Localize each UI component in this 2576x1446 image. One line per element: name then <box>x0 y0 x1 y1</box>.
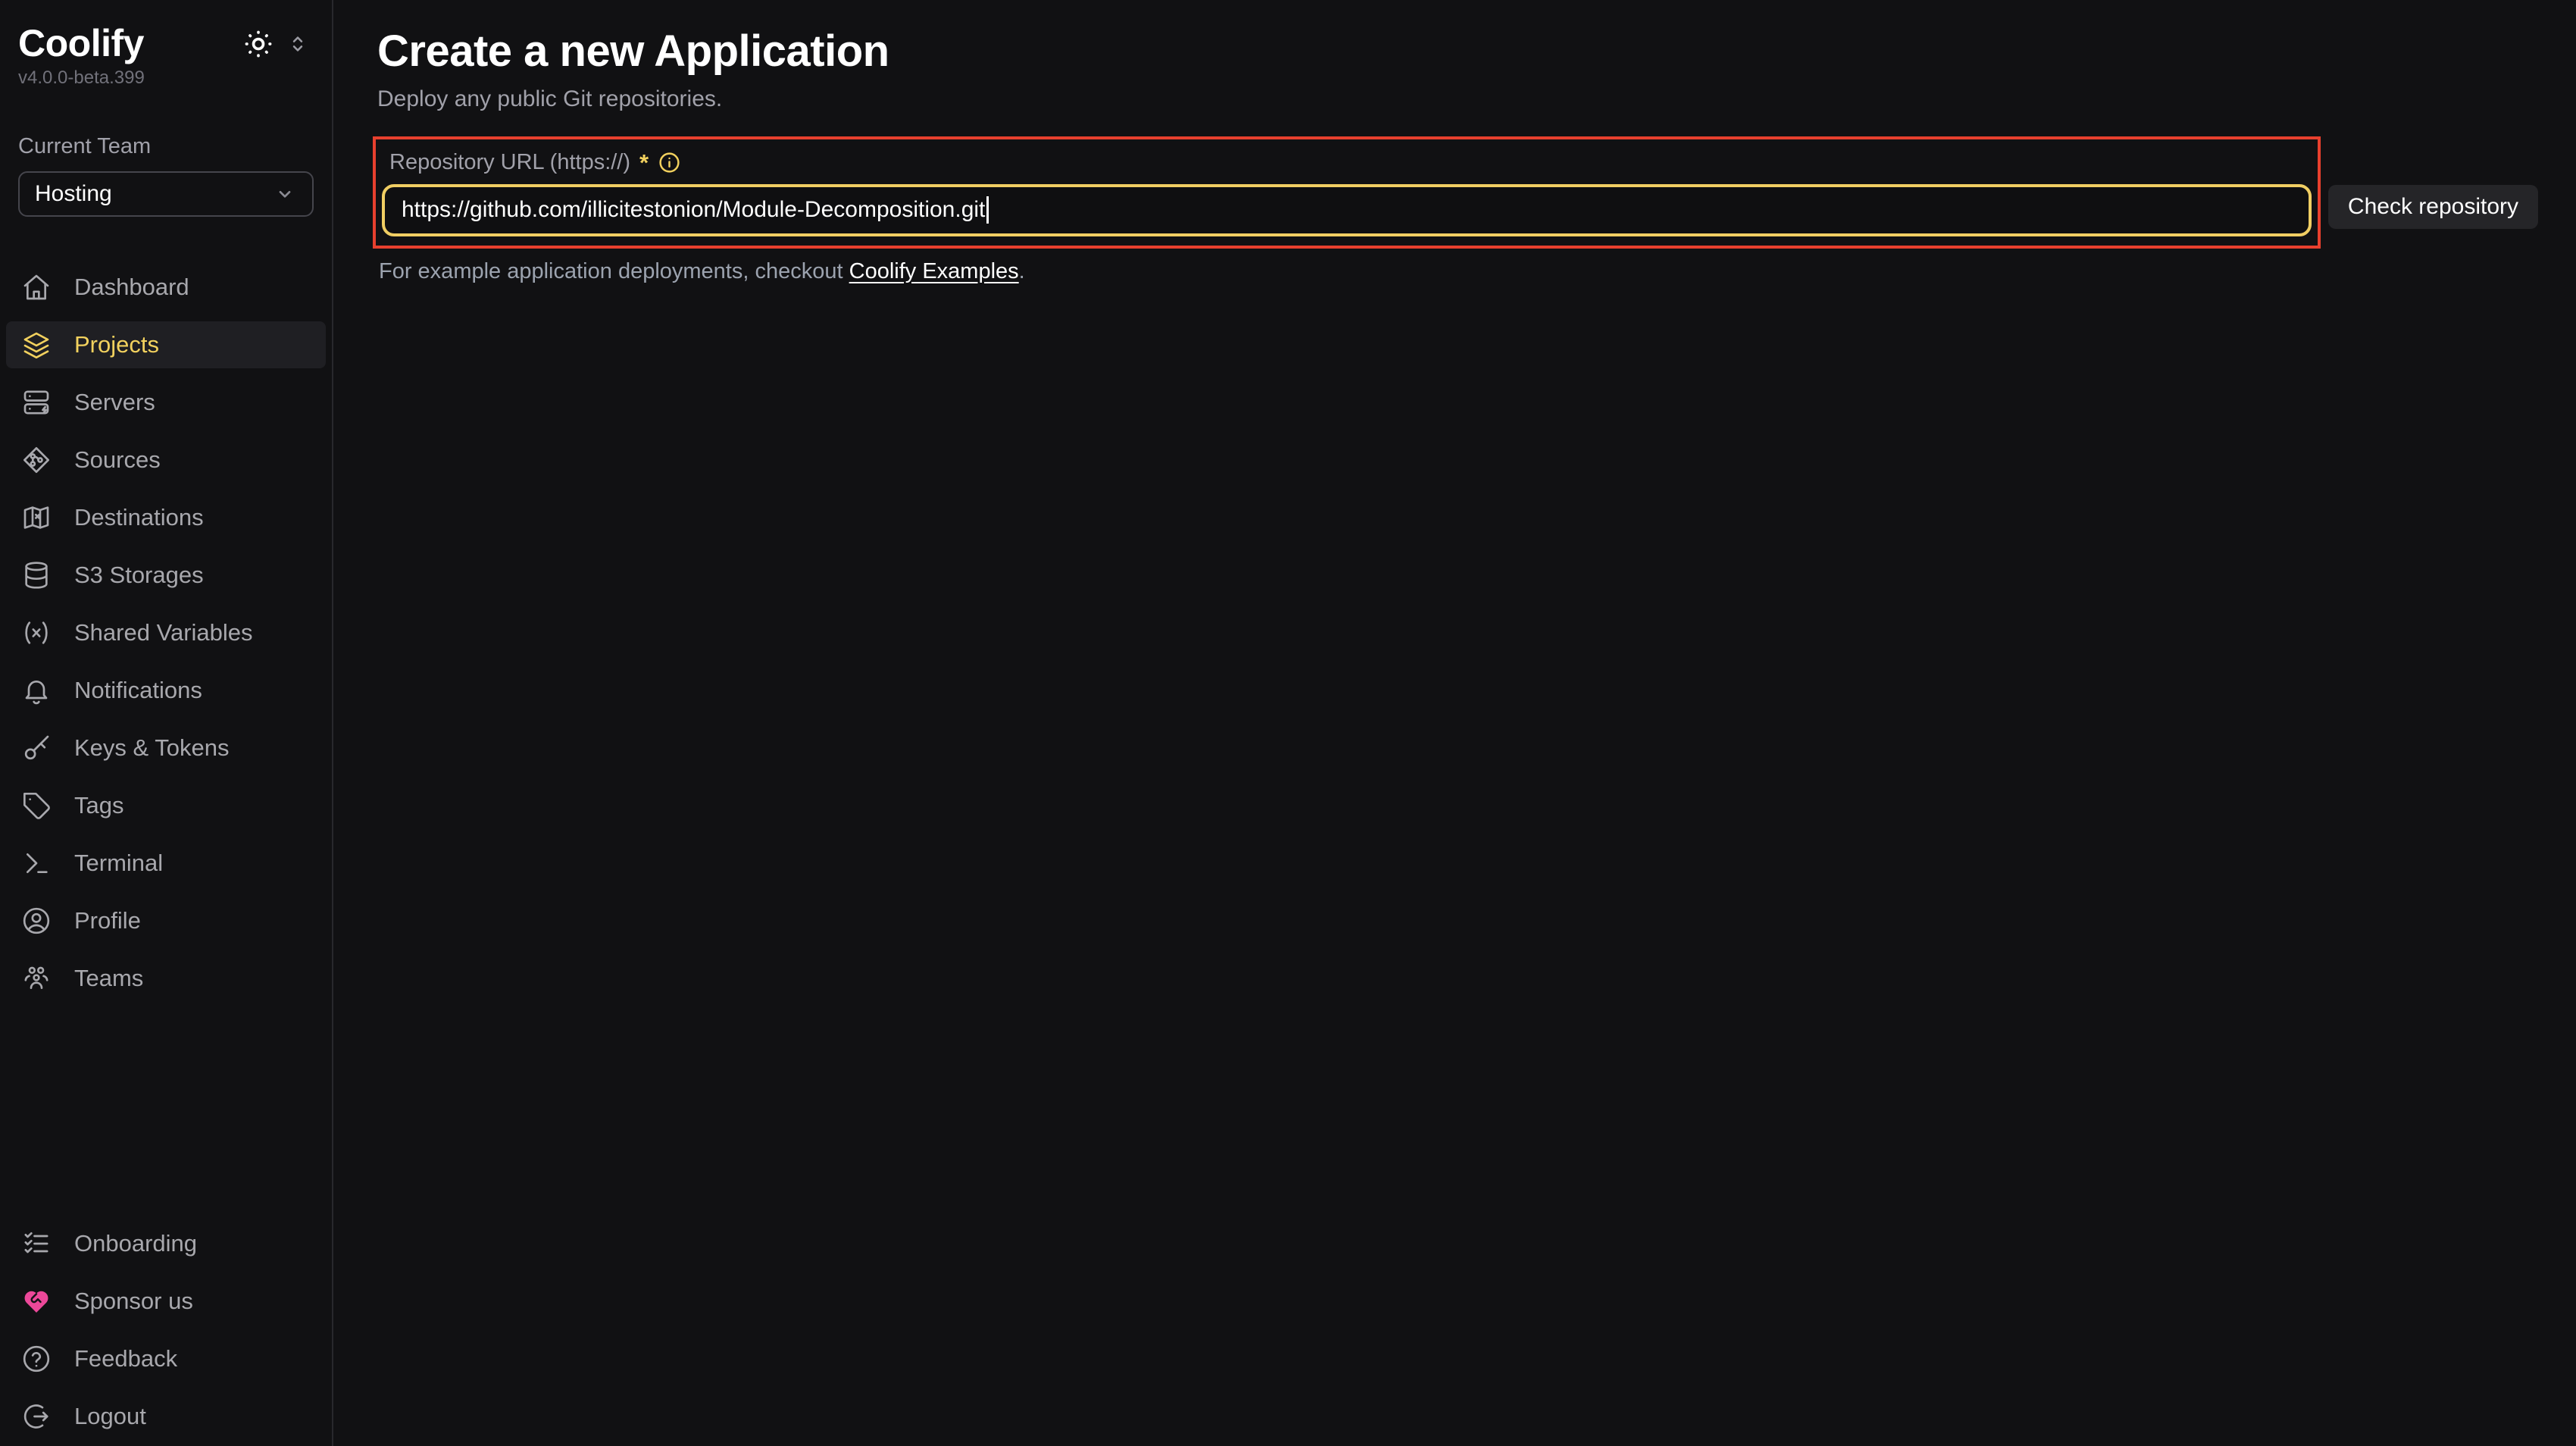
main-content: Create a new Application Deploy any publ… <box>335 0 2576 1446</box>
sidebar-item-terminal[interactable]: Terminal <box>6 840 326 887</box>
sidebar-item-teams[interactable]: Teams <box>6 955 326 1002</box>
page-title: Create a new Application <box>377 27 2538 76</box>
sidebar-item-label: S3 Storages <box>74 562 204 589</box>
sidebar-item-onboarding[interactable]: Onboarding <box>6 1220 326 1267</box>
chevron-up-down-icon <box>285 31 311 57</box>
sidebar-item-logout[interactable]: Logout <box>6 1393 326 1440</box>
sidebar-item-label: Sponsor us <box>74 1288 193 1315</box>
repository-url-fieldset: Repository URL (https://) * https://gith… <box>373 136 2321 249</box>
sidebar-item-label: Dashboard <box>74 274 189 301</box>
database-icon <box>21 560 52 590</box>
sidebar-item-label: Onboarding <box>74 1230 197 1257</box>
text-caret <box>986 196 989 224</box>
sidebar-item-label: Keys & Tokens <box>74 734 229 762</box>
sidebar-item-label: Shared Variables <box>74 619 253 646</box>
app-version: v4.0.0-beta.399 <box>18 67 314 89</box>
home-icon <box>21 272 52 302</box>
app-logo: Coolify <box>18 23 144 64</box>
user-icon <box>21 906 52 936</box>
git-icon <box>21 445 52 475</box>
required-asterisk: * <box>639 151 649 174</box>
team-select[interactable]: Hosting <box>18 171 314 217</box>
terminal-icon <box>21 848 52 878</box>
logout-icon <box>21 1401 52 1432</box>
sidebar-item-label: Feedback <box>74 1345 177 1372</box>
sidebar: Coolify v4.0.0-beta.399 Current Team Hos… <box>0 0 333 1446</box>
sidebar-item-dashboard[interactable]: Dashboard <box>6 264 326 311</box>
sidebar-item-label: Tags <box>74 792 123 819</box>
key-icon <box>21 733 52 763</box>
sidebar-footer-nav: Onboarding Sponsor us Feedback Logout <box>0 1220 332 1440</box>
sidebar-item-sources[interactable]: Sources <box>6 437 326 484</box>
heart-icon <box>21 1286 52 1316</box>
map-icon <box>21 502 52 533</box>
chevron-down-icon <box>273 182 297 206</box>
repository-url-value: https://github.com/illicitestonion/Modul… <box>402 197 985 223</box>
chevron-up-down-button[interactable] <box>285 31 311 57</box>
sidebar-item-label: Logout <box>74 1403 146 1430</box>
sidebar-item-label: Teams <box>74 965 143 992</box>
sidebar-item-label: Projects <box>74 331 159 358</box>
team-select-value: Hosting <box>35 181 112 207</box>
tag-icon <box>21 790 52 821</box>
sidebar-item-label: Destinations <box>74 504 204 531</box>
users-icon <box>21 963 52 994</box>
repository-form: Repository URL (https://) * https://gith… <box>373 136 2538 249</box>
checklist-icon <box>21 1228 52 1259</box>
coolify-examples-link[interactable]: Coolify Examples <box>849 259 1019 283</box>
layers-icon <box>21 330 52 360</box>
info-icon[interactable] <box>658 151 681 174</box>
sidebar-item-keys-tokens[interactable]: Keys & Tokens <box>6 725 326 772</box>
sidebar-item-destinations[interactable]: Destinations <box>6 494 326 541</box>
sidebar-item-profile[interactable]: Profile <box>6 897 326 944</box>
bell-icon <box>21 675 52 706</box>
sidebar-item-label: Notifications <box>74 677 202 704</box>
repository-url-label: Repository URL (https://) <box>389 150 630 175</box>
sidebar-item-label: Servers <box>74 389 155 416</box>
check-repository-button[interactable]: Check repository <box>2328 185 2538 229</box>
sidebar-nav: Dashboard Projects Servers Sources Destinati… <box>0 264 332 1002</box>
sidebar-item-servers[interactable]: Servers <box>6 379 326 426</box>
sidebar-item-label: Sources <box>74 446 161 474</box>
sidebar-item-projects[interactable]: Projects <box>6 321 326 368</box>
sidebar-item-tags[interactable]: Tags <box>6 782 326 829</box>
helper-prefix: For example application deployments, che… <box>379 259 849 283</box>
theme-toggle-button[interactable] <box>242 28 274 60</box>
sidebar-item-feedback[interactable]: Feedback <box>6 1335 326 1382</box>
sidebar-item-sponsor-us[interactable]: Sponsor us <box>6 1278 326 1325</box>
sidebar-item-shared-variables[interactable]: Shared Variables <box>6 609 326 656</box>
help-icon <box>21 1344 52 1374</box>
server-icon <box>21 387 52 418</box>
sidebar-item-label: Profile <box>74 907 141 934</box>
sun-icon <box>242 28 274 60</box>
helper-text: For example application deployments, che… <box>379 259 2538 284</box>
sidebar-item-label: Terminal <box>74 850 163 877</box>
helper-suffix: . <box>1019 259 1025 283</box>
variables-icon <box>21 618 52 648</box>
page-subtitle: Deploy any public Git repositories. <box>377 86 2538 112</box>
current-team-label: Current Team <box>18 134 314 159</box>
sidebar-item-notifications[interactable]: Notifications <box>6 667 326 714</box>
sidebar-item-s3-storages[interactable]: S3 Storages <box>6 552 326 599</box>
repository-url-input[interactable]: https://github.com/illicitestonion/Modul… <box>382 184 2312 236</box>
